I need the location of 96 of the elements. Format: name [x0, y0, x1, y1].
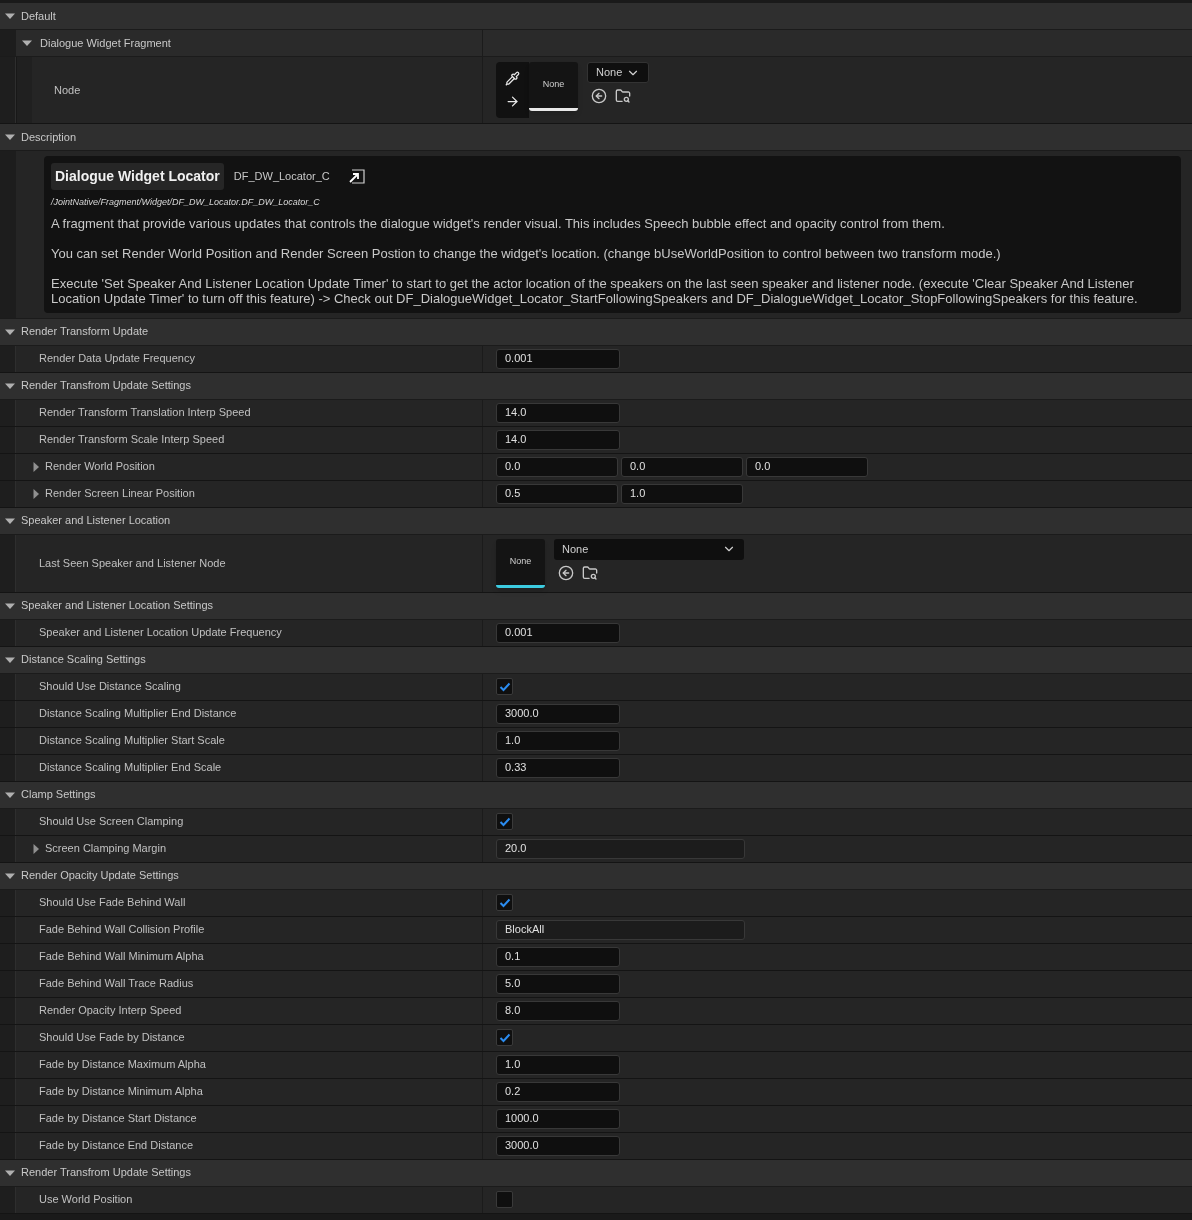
number-field[interactable]: 0.0: [621, 456, 743, 477]
use-selected-icon[interactable]: [591, 88, 607, 104]
section-title: Speaker and Listener Location: [21, 513, 171, 529]
section-title: Description: [21, 129, 77, 145]
section-header[interactable]: Description: [0, 124, 1192, 151]
property-label: Render World Position: [45, 459, 155, 475]
checkbox[interactable]: [496, 1191, 513, 1208]
text-field[interactable]: BlockAll: [496, 919, 745, 940]
class-title: Dialogue Widget Locator: [51, 163, 224, 190]
asset-path: /JointNative/Fragment/Widget/DF_DW_Locator.DF_DW_Locator_C: [51, 196, 321, 209]
property-label: Node: [54, 82, 81, 98]
browse-icon[interactable]: [582, 564, 598, 581]
property-label: Distance Scaling Multiplier End Scale: [38, 760, 222, 776]
section-header[interactable]: Clamp Settings: [0, 781, 1192, 809]
property-label: Fade Behind Wall Collision Profile: [38, 922, 205, 938]
number-field[interactable]: 3000.0: [496, 1135, 620, 1156]
expand-arrow-icon[interactable]: [31, 488, 41, 499]
section-header[interactable]: Default: [0, 3, 1192, 30]
group-header[interactable]: Dialogue Widget Fragment: [0, 30, 1192, 57]
number-field[interactable]: 20.0: [496, 838, 745, 859]
group-title: Dialogue Widget Fragment: [40, 35, 171, 51]
section-title: Render Transform Update: [21, 324, 149, 340]
property-label: Speaker and Listener Location Update Frequency: [38, 625, 282, 641]
section-title: Distance Scaling Settings: [21, 652, 146, 668]
description-text: Execute 'Set Speaker And Listener Location Update Timer' to start to get the actor location of the speakers on the last seen speaker and listener node. (execute 'Clear Speaker And Listener Location Update Timer' to turn off this feature) -> Check out DF_DialogueWidget_Locator_StartFollowingSpeakers and DF_DialogueWidget_Locator_StopFollowingSpeakers for this feature.: [51, 275, 1139, 306]
number-field[interactable]: 0.0: [746, 456, 868, 477]
number-field[interactable]: 5.0: [496, 973, 620, 994]
section-title: Render Opacity Update Settings: [21, 868, 179, 884]
open-asset-icon[interactable]: [347, 169, 365, 184]
property-label: Should Use Screen Clamping: [38, 814, 184, 830]
use-selected-icon[interactable]: [558, 564, 574, 581]
browse-icon[interactable]: [615, 88, 631, 104]
section-header[interactable]: Distance Scaling Settings: [0, 646, 1192, 674]
property-label: Render Data Update Frequency: [38, 351, 195, 367]
number-field[interactable]: 1.0: [621, 483, 743, 504]
number-field[interactable]: 0.33: [496, 757, 620, 778]
asset-dropdown[interactable]: None: [554, 538, 744, 560]
node-dropdown[interactable]: None: [587, 62, 650, 83]
section-title: Render Transfrom Update Settings: [21, 1165, 191, 1181]
number-field[interactable]: 0.5: [496, 483, 618, 504]
property-label: Distance Scaling Multiplier Start Scale: [38, 733, 225, 749]
property-label: Use World Position: [38, 1192, 133, 1208]
number-field[interactable]: 14.0: [496, 429, 620, 450]
section-header[interactable]: Render Transform Update: [0, 318, 1192, 346]
collapse-arrow-icon[interactable]: [5, 132, 15, 142]
property-label: Distance Scaling Multiplier End Distance: [38, 706, 237, 722]
property-label: Fade by Distance Start Distance: [38, 1111, 197, 1127]
number-field[interactable]: 1.0: [496, 730, 620, 751]
description-text: You can set Render World Position and Render Screen Postion to change the widget's location. (change bUseWorldPosition to control between two transform mode.): [51, 245, 1002, 261]
property-label: Render Opacity Interp Speed: [38, 1003, 182, 1019]
property-label: Screen Clamping Margin: [45, 841, 167, 857]
property-label: Fade by Distance Maximum Alpha: [38, 1057, 206, 1073]
eyedropper-icon[interactable]: [505, 71, 520, 86]
number-field[interactable]: 0.0: [496, 456, 618, 477]
description-text: A fragment that provide various updates that controls the dialogue widget's render visual. This includes Speech bubble effect and opacity control from them.: [51, 215, 946, 231]
expand-arrow-icon[interactable]: [31, 843, 41, 854]
section-header[interactable]: Render Opacity Update Settings: [0, 862, 1192, 890]
number-field[interactable]: 3000.0: [496, 703, 620, 724]
checkbox[interactable]: [496, 678, 513, 695]
section-header[interactable]: Speaker and Listener Location: [0, 507, 1192, 535]
number-field[interactable]: 1000.0: [496, 1108, 620, 1129]
collapse-arrow-icon[interactable]: [22, 38, 32, 48]
property-label: Last Seen Speaker and Listener Node: [38, 555, 226, 571]
property-label: Should Use Fade by Distance: [38, 1030, 185, 1046]
section-title: Default: [21, 8, 56, 24]
number-field[interactable]: 1.0: [496, 1054, 620, 1075]
number-field[interactable]: 14.0: [496, 402, 620, 423]
property-label: Should Use Fade Behind Wall: [38, 895, 186, 911]
property-label: Should Use Distance Scaling: [38, 679, 181, 695]
number-field[interactable]: 8.0: [496, 1000, 620, 1021]
property-label: Fade Behind Wall Trace Radius: [38, 976, 194, 992]
collapse-arrow-icon[interactable]: [5, 11, 15, 21]
property-label: Render Transform Scale Interp Speed: [38, 432, 225, 448]
checkbox[interactable]: [496, 894, 513, 911]
checkbox[interactable]: [496, 1029, 513, 1046]
expand-arrow-icon[interactable]: [31, 461, 41, 472]
arrow-right-icon[interactable]: [505, 94, 520, 109]
property-label: Render Screen Linear Position: [45, 486, 195, 502]
section-header[interactable]: Speaker and Listener Location Settings: [0, 592, 1192, 620]
asset-thumbnail[interactable]: None: [496, 538, 545, 588]
section-header[interactable]: Render Transfrom Update Settings: [0, 1159, 1192, 1187]
checkbox[interactable]: [496, 813, 513, 830]
property-label: Render Transform Translation Interp Speed: [38, 405, 251, 421]
property-label: Fade Behind Wall Minimum Alpha: [38, 949, 204, 965]
property-label: Fade by Distance Minimum Alpha: [38, 1084, 203, 1100]
class-name: DF_DW_Locator_C: [233, 169, 330, 185]
number-field[interactable]: 0.001: [496, 622, 620, 643]
section-header[interactable]: Render Transfrom Update Settings: [0, 372, 1192, 400]
number-field[interactable]: 0.001: [496, 348, 620, 369]
section-title: Clamp Settings: [21, 787, 96, 803]
number-field[interactable]: 0.1: [496, 946, 620, 967]
section-title: Speaker and Listener Location Settings: [21, 598, 214, 614]
section-title: Render Transfrom Update Settings: [21, 378, 191, 394]
asset-thumbnail[interactable]: None: [529, 62, 578, 111]
property-label: Fade by Distance End Distance: [38, 1138, 194, 1154]
number-field[interactable]: 0.2: [496, 1081, 620, 1102]
